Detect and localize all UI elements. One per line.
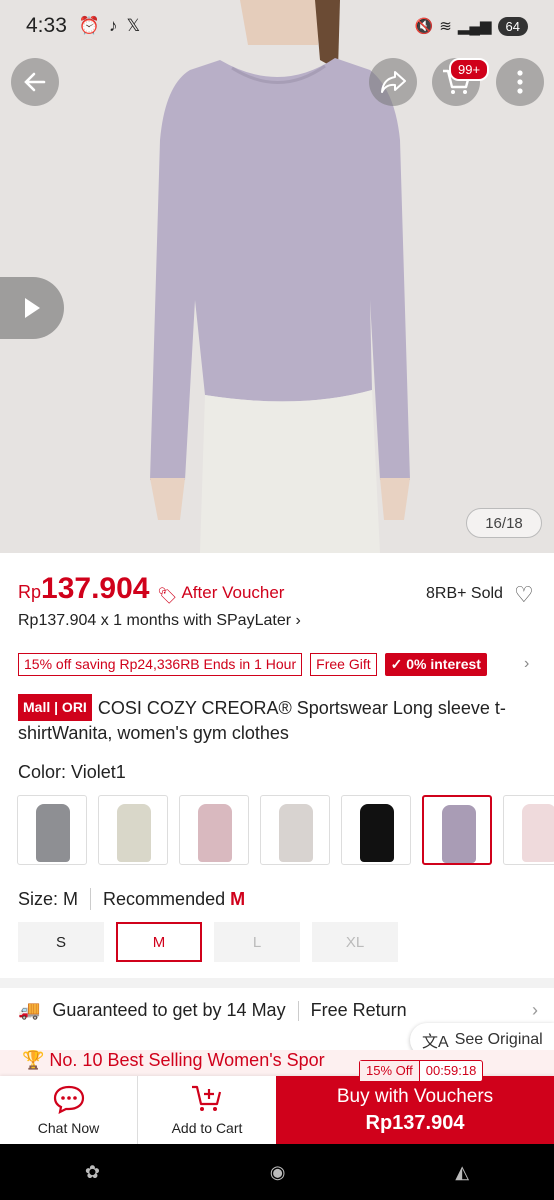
voucher-icon: 🏷 [157, 588, 178, 605]
color-swatch[interactable] [17, 795, 87, 865]
buy-price: Rp137.904 [365, 1111, 465, 1134]
size-option-l[interactable]: L [214, 922, 300, 962]
promo-timer: 00:59:18 [418, 1061, 483, 1081]
interest-tag: ✓ 0% interest [384, 653, 487, 676]
more-vertical-icon [517, 70, 523, 94]
chevron-right-icon[interactable]: › [524, 655, 529, 673]
chat-now-label: Chat Now [37, 1120, 100, 1136]
color-swatch[interactable] [179, 795, 249, 865]
status-time: 4:33 [26, 14, 67, 37]
more-button[interactable] [496, 58, 544, 106]
alarm-icon: ⏰ [78, 16, 101, 35]
size-option-m[interactable]: M [116, 922, 202, 962]
promo-tags[interactable]: 15% off saving Rp24,336RB Ends in 1 Hour… [18, 653, 487, 676]
share-button[interactable] [369, 58, 417, 106]
mall-badge: Mall | ORI [18, 694, 92, 721]
size-label: Size: [18, 888, 59, 909]
color-label: Color: Violet1 [18, 762, 126, 783]
color-swatch-selected[interactable] [422, 795, 492, 865]
translate-icon: 文A [422, 1034, 449, 1051]
size-option-xl[interactable]: XL [312, 922, 398, 962]
size-value: M [63, 888, 79, 909]
color-swatch[interactable] [503, 795, 554, 865]
signal-icon: ▂▄▆ [457, 18, 492, 35]
truck-icon: 🚚 [18, 1000, 41, 1020]
size-option-s[interactable]: S [18, 922, 104, 962]
size-options: S M L XL [18, 922, 398, 962]
share-icon [381, 71, 406, 93]
arrow-left-icon [24, 72, 46, 92]
paw-icon[interactable]: ✿ [85, 1162, 100, 1183]
back-button[interactable] [11, 58, 59, 106]
add-to-cart-button[interactable]: Add to Cart [138, 1076, 276, 1144]
buy-label: Buy with Vouchers [336, 1085, 494, 1107]
color-value: Violet1 [71, 762, 126, 782]
video-play-button[interactable] [0, 277, 64, 339]
color-swatch[interactable] [260, 795, 330, 865]
image-counter: 16/18 [466, 508, 542, 538]
discount-tag: 15% off saving Rp24,336RB Ends in 1 Hour [18, 653, 303, 676]
status-bar: 4:33 ⏰ ♪ 𝕏 🔇 ≋ ▂▄▆ 64 [0, 0, 554, 52]
add-cart-icon [192, 1085, 222, 1111]
free-return: Free Return [310, 1000, 407, 1020]
buy-with-vouchers-button[interactable]: Buy with Vouchers Rp137.904 [276, 1076, 554, 1144]
wifi-icon: ≋ [439, 18, 452, 35]
bottom-action-bar: Chat Now Add to Cart Buy with Vouchers R… [0, 1076, 554, 1144]
recommended-size: M [230, 888, 246, 909]
size-row: Size: M Recommended M [18, 888, 245, 910]
price-currency: Rp [18, 582, 42, 602]
chevron-right-icon: › [295, 612, 301, 629]
price-amount: 137.904 [41, 572, 150, 605]
spaylater-text: Rp137.904 x 1 months with SPayLater [18, 612, 292, 629]
color-swatches [17, 795, 554, 865]
trophy-icon: 🏆 [22, 1050, 50, 1070]
product-title: Mall | ORI COSI COZY CREORA® Sportswear L… [18, 694, 538, 746]
x-icon: 𝕏 [126, 16, 141, 35]
favorite-heart-icon[interactable]: ♡ [514, 582, 534, 608]
promo-discount: 15% Off [360, 1061, 419, 1081]
add-to-cart-label: Add to Cart [171, 1120, 243, 1136]
back-cat-icon[interactable]: ◭ [455, 1162, 469, 1183]
color-swatch[interactable] [98, 795, 168, 865]
shipping-guarantee: Guaranteed to get by 14 May [52, 1000, 286, 1020]
play-icon [25, 298, 40, 318]
interest-tag-label: 0% interest [406, 656, 481, 672]
check-icon: ✓ [390, 656, 407, 672]
divider [0, 978, 554, 988]
cart-badge: 99+ [449, 58, 490, 81]
mute-icon: 🔇 [414, 18, 434, 35]
recommended-label: Recommended [103, 888, 226, 909]
color-label-key: Color: [18, 762, 67, 782]
chat-icon [53, 1085, 84, 1114]
spaylater-row[interactable]: Rp137.904 x 1 months with SPayLater › [18, 612, 301, 630]
free-gift-tag: Free Gift [310, 653, 377, 676]
shipping-row[interactable]: 🚚 Guaranteed to get by 14 May Free Retur… [18, 1000, 538, 1021]
chevron-right-icon: › [532, 1000, 538, 1020]
after-voucher-label: After Voucher [181, 583, 285, 602]
system-nav-bar: ✿ ◉ ◭ [0, 1144, 554, 1200]
tiktok-icon: ♪ [109, 16, 118, 35]
flash-promo: 15% Off 00:59:18 [359, 1060, 484, 1082]
home-cat-icon[interactable]: ◉ [270, 1162, 286, 1183]
chat-now-button[interactable]: Chat Now [0, 1076, 138, 1144]
see-original-label: See Original [454, 1031, 543, 1048]
price-row: Rp 137.904 After Voucher [18, 572, 284, 606]
best-selling-text: No. 10 Best Selling Women's Spor [49, 1050, 325, 1070]
battery-indicator: 64 [497, 16, 528, 36]
color-swatch[interactable] [341, 795, 411, 865]
sold-count: 8RB+ Sold [426, 585, 503, 602]
